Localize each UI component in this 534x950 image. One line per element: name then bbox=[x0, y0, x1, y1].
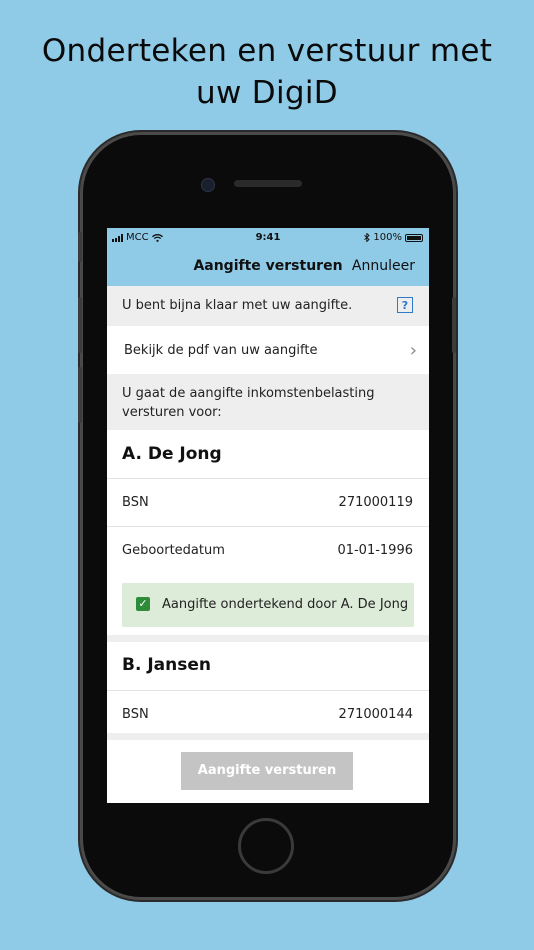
headline: Onderteken en verstuur met uw DigiD bbox=[0, 30, 534, 114]
footer-bar: Aangifte versturen bbox=[107, 740, 429, 803]
earpiece-speaker bbox=[234, 180, 302, 187]
chevron-right-icon: › bbox=[409, 340, 417, 361]
headline-line-2: uw DigiD bbox=[196, 75, 338, 111]
app-screen: MCC 9:41 100% Aangifte versturen Annulee… bbox=[107, 228, 429, 803]
divider bbox=[107, 526, 429, 527]
info-banner: U bent bijna klaar met uw aangifte. ? bbox=[107, 286, 429, 326]
bsn-label: BSN bbox=[122, 495, 149, 510]
info-text: U bent bijna klaar met uw aangifte. bbox=[122, 298, 353, 313]
signed-status-text: Aangifte ondertekend door A. De Jong bbox=[162, 597, 409, 612]
battery-icon bbox=[405, 233, 423, 242]
front-camera bbox=[201, 178, 215, 192]
birthdate-value: 01-01-1996 bbox=[337, 543, 413, 558]
divider bbox=[107, 690, 429, 691]
person-name: A. De Jong bbox=[122, 444, 222, 464]
headline-line-1: Onderteken en verstuur met bbox=[41, 33, 493, 69]
person-name: B. Jansen bbox=[122, 655, 211, 675]
birthdate-label: Geboortedatum bbox=[122, 543, 225, 558]
home-button[interactable] bbox=[238, 818, 294, 874]
mute-switch bbox=[78, 232, 82, 262]
section-separator bbox=[107, 635, 429, 642]
status-bar: MCC 9:41 100% bbox=[107, 228, 429, 248]
navigation-bar: Aangifte versturen Annuleer bbox=[107, 248, 429, 286]
battery-percentage: 100% bbox=[373, 232, 402, 243]
intro-text: U gaat de aangifte inkomstenbelasting ve… bbox=[122, 386, 375, 420]
help-icon[interactable]: ? bbox=[397, 297, 413, 313]
power-button bbox=[452, 297, 456, 353]
volume-down-button bbox=[78, 367, 82, 423]
send-return-button[interactable]: Aangifte versturen bbox=[181, 752, 353, 790]
cancel-button[interactable]: Annuleer bbox=[352, 258, 415, 274]
signed-status-box: ✓ Aangifte ondertekend door A. De Jong bbox=[122, 583, 414, 627]
bsn-label: BSN bbox=[122, 707, 149, 722]
divider bbox=[107, 478, 429, 479]
view-pdf-label: Bekijk de pdf van uw aangifte bbox=[124, 343, 318, 358]
view-pdf-row[interactable]: Bekijk de pdf van uw aangifte › bbox=[107, 326, 429, 374]
bsn-value: 271000119 bbox=[338, 495, 413, 510]
intro-section: U gaat de aangifte inkomstenbelasting ve… bbox=[107, 374, 429, 430]
checkbox-checked-icon: ✓ bbox=[136, 597, 150, 611]
volume-up-button bbox=[78, 297, 82, 353]
bsn-value: 271000144 bbox=[338, 707, 413, 722]
bluetooth-icon bbox=[364, 233, 371, 242]
section-separator bbox=[107, 733, 429, 740]
